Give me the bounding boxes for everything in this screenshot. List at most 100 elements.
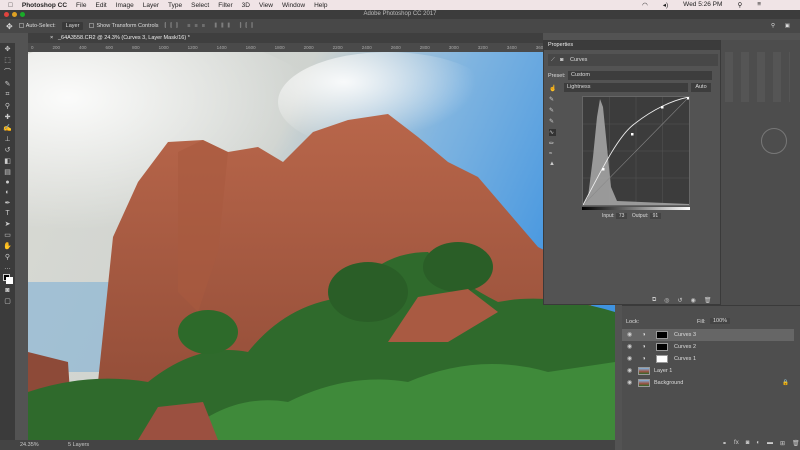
eye-icon[interactable]: ◉ [627,329,632,341]
layer-mask-thumbnail[interactable] [656,343,668,351]
menu-select[interactable]: Select [191,2,209,9]
zoom-tool-icon[interactable]: ⚲ [5,253,10,261]
delete-icon[interactable]: 🗑 [704,297,712,304]
list-icon[interactable]: ≡ [757,1,761,9]
properties-tab[interactable]: Properties [544,41,720,50]
color-wheel[interactable] [761,128,787,154]
zoom-button[interactable] [20,12,25,17]
menu-filter[interactable]: Filter [218,2,232,9]
auto-button[interactable]: Auto [691,83,711,92]
menu-help[interactable]: Help [314,2,327,9]
quick-mask-icon[interactable]: ◙ [5,287,9,294]
eye-icon[interactable]: ◉ [627,341,632,353]
menu-image[interactable]: Image [116,2,134,9]
transform-controls-checkbox[interactable]: Show Transform Controls [89,23,159,29]
fx-icon[interactable]: fx [734,440,739,447]
quick-select-tool-icon[interactable]: ✎ [5,80,11,88]
dodge-tool-icon[interactable]: ◐ [5,189,9,196]
screen-mode-icon[interactable]: ▢ [4,297,11,305]
view-previous-icon[interactable]: ◎ [664,297,669,304]
marquee-tool-icon[interactable]: ⬚ [4,56,11,64]
clip-to-layer-icon[interactable]: ⧉ [652,297,656,304]
eyedropper-tool-icon[interactable]: ⚲ [5,102,10,110]
menu-3d[interactable]: 3D [242,2,250,9]
lasso-tool-icon[interactable]: ⌒ [4,67,11,77]
white-eyedropper-icon[interactable]: ✎ [549,118,556,125]
type-tool-icon[interactable]: T [5,210,9,217]
close-tab-icon[interactable]: × [50,33,53,43]
mask-icon[interactable]: ◙ [560,54,563,66]
curve-point[interactable] [661,106,664,109]
close-button[interactable] [4,12,9,17]
reset-icon[interactable]: ↺ [678,297,683,304]
channel-dropdown[interactable]: Lightness [564,83,688,92]
clock[interactable]: Wed 5:26 PM [683,1,722,9]
layer-row[interactable]: ◉ Background 🔒 [622,377,794,389]
curve-point[interactable] [602,168,605,171]
auto-select-checkbox[interactable]: Auto-Select: [18,23,56,29]
minimize-button[interactable] [12,12,17,17]
menu-view[interactable]: View [259,2,273,9]
volume-icon[interactable]: ◂) [663,1,668,9]
eye-icon[interactable]: ◉ [627,377,632,389]
menu-layer[interactable]: Layer [143,2,159,9]
new-layer-icon[interactable]: ⊞ [780,440,785,447]
preset-dropdown[interactable]: Custom [568,71,712,80]
link-layers-icon[interactable]: ⚭ [722,440,727,447]
pen-tool-icon[interactable]: ✒ [5,199,11,207]
search-icon[interactable]: ⚲ [771,23,775,29]
input-field[interactable]: 73 [615,213,628,219]
curve-edit-icon[interactable]: ∿ [549,129,557,136]
healing-tool-icon[interactable]: ✚ [5,113,11,121]
wifi-icon[interactable]: ◠ [642,1,648,9]
eye-icon[interactable]: ◉ [627,365,632,377]
new-group-icon[interactable]: ▬ [767,440,773,447]
curves-adjustment-icon[interactable]: ⟋ [551,54,555,66]
document-canvas[interactable] [28,52,615,440]
workspace-icon[interactable]: ▣ [785,23,790,29]
add-mask-icon[interactable]: ◙ [746,440,750,447]
smooth-icon[interactable]: ≈ [549,151,556,157]
color-swatches[interactable] [2,274,13,284]
gray-eyedropper-icon[interactable]: ✎ [549,107,556,114]
eraser-tool-icon[interactable]: ◧ [4,157,11,165]
brush-tool-icon[interactable]: ✍ [3,124,12,132]
document-tab[interactable]: × _64A3558.CR2 @ 24.3% (Curves 3, Layer M… [28,33,543,43]
history-brush-icon[interactable]: ↺ [5,146,11,154]
path-select-icon[interactable]: ➤ [5,220,11,228]
search-icon[interactable]: ⚲ [737,1,742,9]
layer-row[interactable]: ◉ ◑ Curves 3 [622,329,794,341]
layer-mask-thumbnail[interactable] [656,355,668,363]
more-tools-icon[interactable]: … [4,264,11,271]
layer-row[interactable]: ◉ ◑ Curves 2 [622,341,794,353]
fill-field[interactable]: 100% [710,318,731,324]
swatches-grid[interactable] [725,52,790,102]
gradient-tool-icon[interactable]: ▤ [4,168,11,176]
menu-file[interactable]: File [76,2,86,9]
align-icons[interactable]: ⫿⫿⫿ ≡≡≡ ⫼⫼⫼ ⫿⫿⫿ [165,23,257,30]
move-tool-icon[interactable]: ✥ [5,45,11,53]
menu-edit[interactable]: Edit [96,2,107,9]
new-adjustment-icon[interactable]: ◐ [756,440,760,447]
layer-row[interactable]: ◉ Layer 1 [622,365,794,377]
output-field[interactable]: 91 [649,213,662,219]
zoom-level[interactable]: 24.35% [20,440,39,450]
blur-tool-icon[interactable]: ● [5,179,9,186]
eye-icon[interactable]: ◉ [627,353,632,365]
visibility-icon[interactable]: ◉ [691,297,696,304]
clipping-icon[interactable]: ▲ [549,161,556,167]
layer-row[interactable]: ◉ ◑ Curves 1 [622,353,794,365]
shape-tool-icon[interactable]: ▭ [4,231,11,239]
pencil-icon[interactable]: ✏ [549,140,556,147]
hand-tool-icon[interactable]: ✋ [3,242,12,250]
black-eyedropper-icon[interactable]: ✎ [549,96,556,103]
stamp-tool-icon[interactable]: ⊥ [4,135,10,143]
app-menu[interactable]: Photoshop CC [22,2,67,9]
apple-icon[interactable]:  [8,2,13,9]
curve-point[interactable] [687,97,690,100]
curves-graph[interactable] [582,96,690,206]
layer-mask-thumbnail[interactable] [656,331,668,339]
curve-point[interactable] [631,133,634,136]
crop-tool-icon[interactable]: ⌗ [6,91,10,99]
menu-type[interactable]: Type [168,2,182,9]
